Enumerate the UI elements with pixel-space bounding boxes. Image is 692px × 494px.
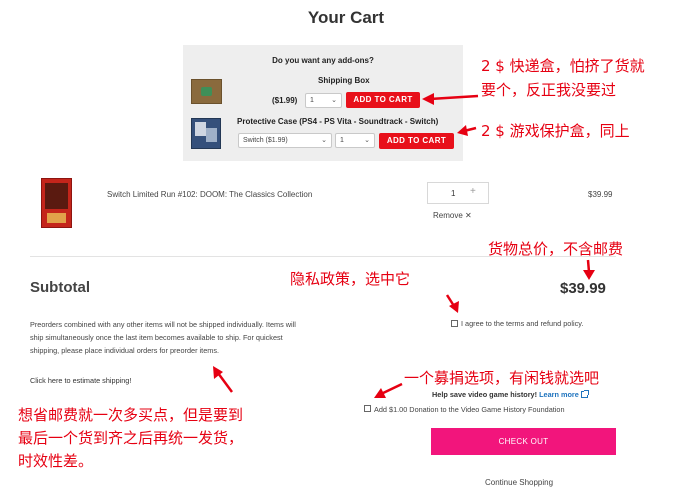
arrow-to-shipping-box	[429, 94, 479, 101]
arrow-head-protective-case	[457, 125, 468, 136]
arrow-to-preorder-note	[216, 372, 234, 393]
annotation-arrows	[213, 93, 595, 398]
arrow-to-donation	[380, 382, 403, 396]
arrow-head-subtotal	[583, 270, 595, 280]
arrow-head-shipping-box	[422, 93, 434, 105]
